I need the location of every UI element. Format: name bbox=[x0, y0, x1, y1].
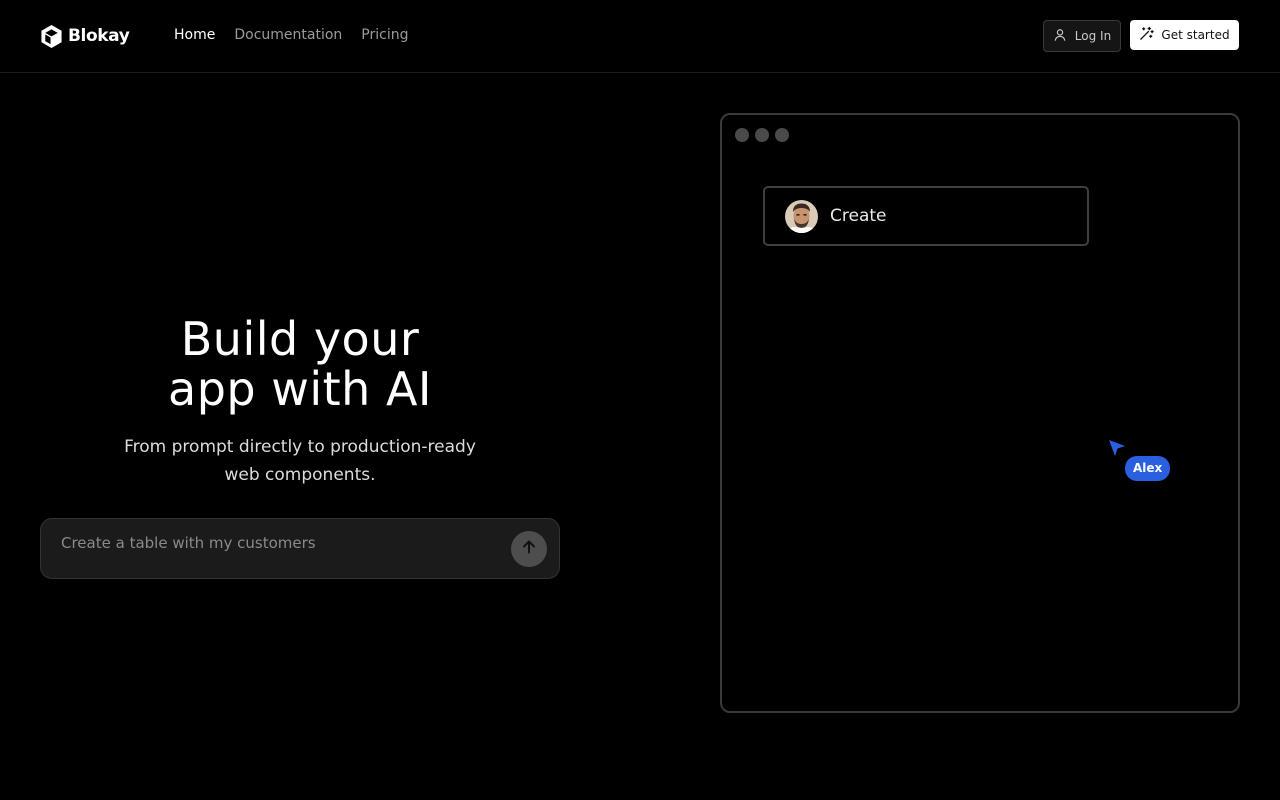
nav-link-home[interactable]: Home bbox=[174, 25, 215, 45]
hero-title-line-1: Build your bbox=[180, 312, 420, 366]
window-controls bbox=[735, 128, 795, 142]
avatar bbox=[785, 199, 818, 233]
get-started-label: Get started bbox=[1161, 28, 1230, 42]
hero-subtitle-line-2: web components. bbox=[224, 465, 376, 485]
create-button[interactable]: Create bbox=[763, 186, 1089, 246]
prompt-box bbox=[40, 518, 560, 579]
pointer-cursor-icon bbox=[1108, 439, 1126, 457]
cursor-user-tag: Alex bbox=[1125, 456, 1171, 481]
user-icon bbox=[1053, 28, 1075, 45]
brand-logo[interactable]: Blokay bbox=[40, 23, 130, 49]
top-navbar: Blokay Home Documentation Pricing Log In bbox=[0, 0, 1280, 73]
nav-link-pricing[interactable]: Pricing bbox=[361, 25, 408, 45]
hexagon-cube-logo-icon bbox=[40, 24, 63, 49]
login-button[interactable]: Log In bbox=[1043, 20, 1121, 52]
main-nav: Home Documentation Pricing bbox=[174, 25, 427, 45]
prompt-input[interactable] bbox=[61, 531, 501, 555]
create-label: Create bbox=[830, 206, 887, 226]
hero-title: Build your app with AI bbox=[40, 314, 560, 414]
window-dot-icon bbox=[755, 128, 769, 142]
hero-subtitle-line-1: From prompt directly to production-ready bbox=[124, 437, 476, 457]
window-dot-icon bbox=[735, 128, 749, 142]
get-started-button[interactable]: Get started bbox=[1130, 20, 1239, 50]
preview-window: Create Alex bbox=[720, 113, 1240, 713]
login-button-label: Log In bbox=[1074, 29, 1112, 43]
window-dot-icon bbox=[775, 128, 789, 142]
hero-subtitle: From prompt directly to production-ready… bbox=[100, 433, 500, 489]
arrow-up-icon bbox=[521, 539, 537, 559]
hero-title-line-2: app with AI bbox=[168, 362, 432, 416]
magic-wand-icon bbox=[1139, 26, 1161, 44]
nav-link-documentation[interactable]: Documentation bbox=[234, 25, 342, 45]
brand-name: Blokay bbox=[68, 26, 130, 46]
send-prompt-button[interactable] bbox=[511, 531, 547, 567]
